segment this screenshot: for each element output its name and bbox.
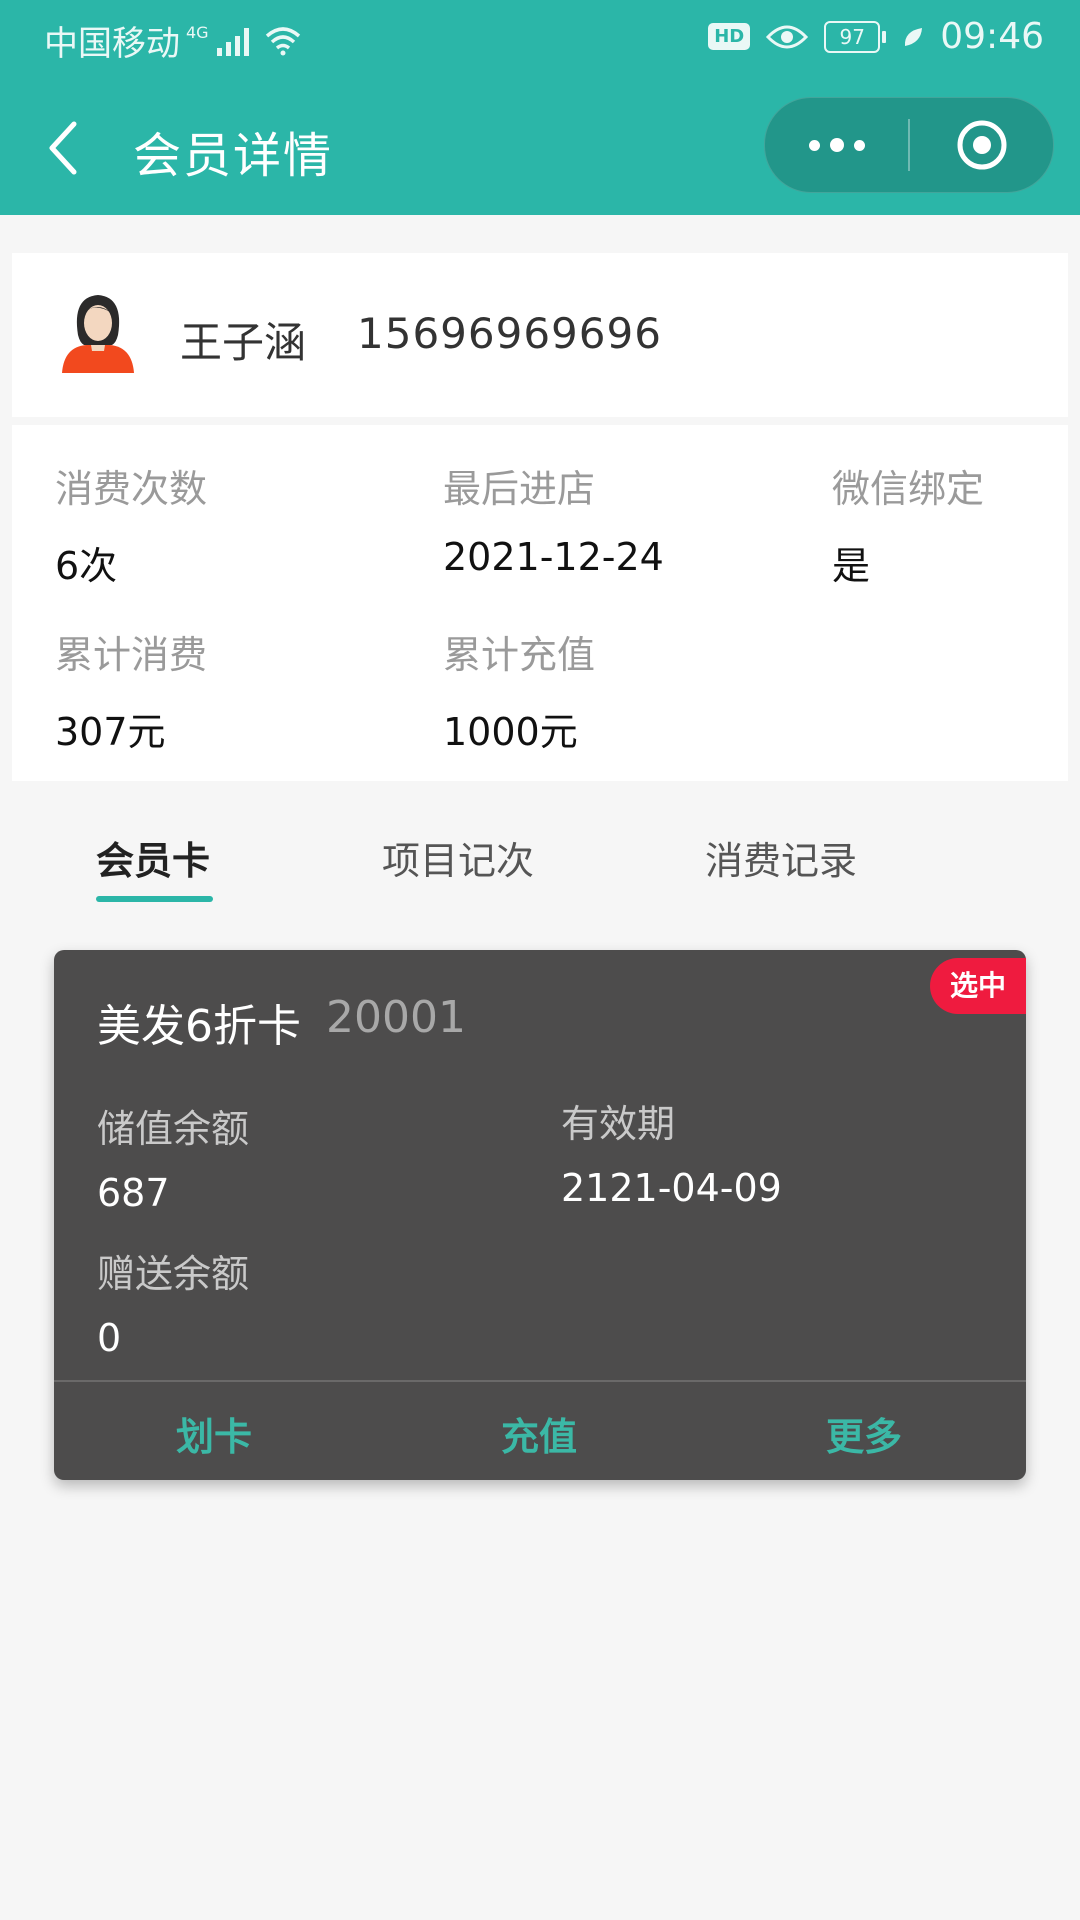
bonus-balance: 赠送余额 0 — [97, 1243, 249, 1360]
clock: 09:46 — [940, 16, 1044, 57]
field-value: 0 — [97, 1316, 122, 1360]
more-button[interactable] — [765, 98, 908, 192]
carrier-info: 中国移动 4G — [44, 16, 301, 65]
stat-last-visit: 最后进店 2021-12-24 — [443, 458, 664, 579]
member-card[interactable]: 美发6折卡 20001 选中 储值余额 687 有效期 2121-04-09 赠… — [54, 950, 1026, 1480]
stat-value: 2021-12-24 — [443, 535, 664, 579]
card-title: 美发6折卡 — [97, 1001, 301, 1052]
stat-value: 6次 — [55, 544, 118, 588]
field-label: 储值余额 — [97, 1107, 250, 1151]
stat-total-spent: 累计消费 307元 — [55, 624, 207, 756]
stored-balance: 储值余额 687 — [97, 1098, 249, 1215]
stat-label: 累计充值 — [443, 633, 596, 677]
battery-icon: 97 — [824, 20, 887, 53]
stat-wechat-bound: 微信绑定 是 — [832, 458, 984, 590]
page-title: 会员详情 — [133, 128, 334, 184]
back-button[interactable] — [40, 116, 90, 180]
leaf-icon — [905, 27, 923, 46]
tab-consumption-records[interactable]: 消费记录 — [705, 830, 857, 885]
member-stats: 消费次数 6次 最后进店 2021-12-24 微信绑定 是 累计消费 307元… — [12, 425, 1068, 781]
target-close-icon — [957, 120, 1006, 170]
signal-icon — [216, 26, 249, 56]
active-tab-indicator — [96, 896, 213, 902]
eye-icon — [766, 25, 809, 48]
close-mini-program-button[interactable] — [910, 98, 1053, 192]
member-profile: 王子涵 15696969696 — [12, 253, 1068, 417]
header: 中国移动 4G HD 97 09:46 会员详情 — [0, 0, 1080, 215]
selected-badge: 选中 — [930, 958, 1026, 1014]
stat-label: 最后进店 — [443, 467, 596, 511]
swipe-card-button[interactable]: 划卡 — [176, 1406, 252, 1461]
status-right: HD 97 09:46 — [708, 16, 1044, 57]
carrier-name: 中国移动 — [44, 24, 180, 64]
status-bar: 中国移动 4G HD 97 09:46 — [0, 0, 1080, 76]
tab-bar: 会员卡 项目记次 消费记录 — [0, 820, 1080, 902]
member-name: 王子涵 — [180, 318, 307, 367]
more-actions-button[interactable]: 更多 — [826, 1406, 902, 1461]
network-type: 4G — [186, 23, 209, 42]
hd-badge: HD — [708, 23, 751, 50]
stat-visit-count: 消费次数 6次 — [55, 458, 207, 590]
stat-value: 307元 — [55, 710, 166, 754]
field-label: 赠送余额 — [97, 1252, 250, 1296]
expiry-date: 有效期 2121-04-09 — [561, 1093, 782, 1210]
stat-value: 是 — [832, 544, 871, 588]
recharge-button[interactable]: 充值 — [501, 1406, 577, 1461]
stat-label: 累计消费 — [55, 633, 208, 677]
tab-project-records[interactable]: 项目记次 — [382, 830, 534, 885]
mini-program-capsule — [764, 97, 1054, 193]
stat-total-recharge: 累计充值 1000元 — [443, 624, 595, 756]
stat-label: 微信绑定 — [832, 467, 985, 511]
card-actions: 划卡 充值 更多 — [54, 1382, 1026, 1480]
stat-value: 1000元 — [443, 710, 578, 754]
field-value: 2121-04-09 — [561, 1166, 782, 1210]
nav-bar: 会员详情 — [0, 76, 1080, 215]
field-value: 687 — [97, 1171, 170, 1215]
avatar — [62, 295, 134, 373]
tab-member-card[interactable]: 会员卡 — [96, 830, 210, 885]
battery-level: 97 — [824, 20, 881, 53]
chevron-left-icon — [49, 121, 77, 175]
wifi-icon — [265, 26, 300, 55]
stat-label: 消费次数 — [55, 467, 208, 511]
card-number: 20001 — [326, 992, 466, 1043]
field-label: 有效期 — [561, 1102, 676, 1146]
member-phone: 15696969696 — [357, 309, 662, 358]
